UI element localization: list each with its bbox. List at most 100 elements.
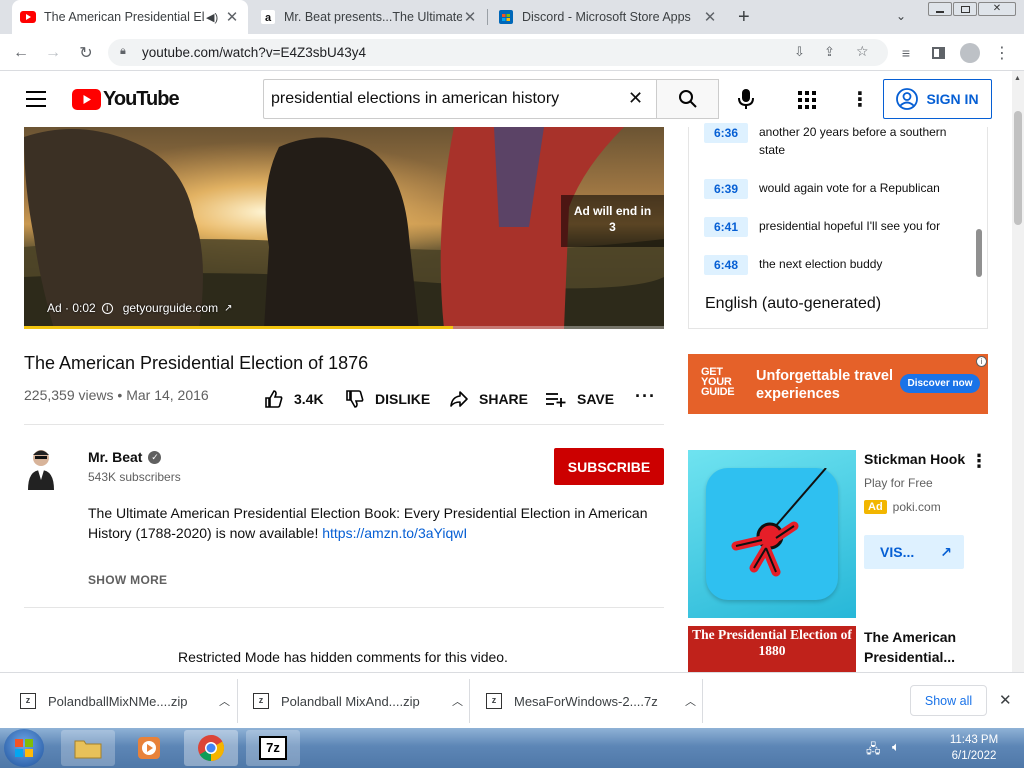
voice-search-icon[interactable]	[737, 88, 755, 115]
like-button[interactable]: 3.4K	[264, 389, 324, 409]
visit-site-button[interactable]: VIS... ↗	[864, 535, 964, 569]
sidebar-ad-title[interactable]: Stickman Hook	[864, 451, 965, 467]
chevron-up-icon[interactable]: ︿	[219, 693, 230, 709]
explorer-taskbar-button[interactable]	[61, 730, 115, 766]
divider	[24, 424, 664, 425]
share-page-icon[interactable]: ⇪	[824, 44, 835, 60]
new-tab-button[interactable]: +	[738, 7, 750, 27]
transcript-timestamp[interactable]: 6:39	[704, 179, 748, 199]
close-tab-icon[interactable]: ✕	[462, 8, 478, 26]
save-button[interactable]: SAVE	[545, 389, 614, 409]
ad-cta-button[interactable]: Discover now	[900, 374, 980, 393]
close-download-shelf-icon[interactable]: ✕	[999, 691, 1012, 709]
bookmark-star-icon[interactable]: ☆	[856, 43, 869, 60]
amazon-favicon-icon: a	[260, 9, 276, 25]
channel-avatar[interactable]	[24, 446, 58, 490]
hamburger-menu-icon[interactable]	[26, 91, 46, 107]
description-link[interactable]: https://amzn.to/3aYiqwI	[322, 525, 467, 541]
display-ad-banner[interactable]: GET YOUR GUIDE Unforgettable travel expe…	[688, 354, 988, 414]
media-player-taskbar-button[interactable]	[122, 730, 176, 766]
sign-in-button[interactable]: SIGN IN	[883, 79, 992, 119]
page-scrollbar-thumb[interactable]	[1014, 111, 1022, 225]
windows-taskbar: 7z 🖧︎ 🔈︎ 11:43 PM 6/1/2022	[0, 728, 1024, 768]
chrome-menu-icon[interactable]: ⋮	[989, 34, 1015, 71]
tab-title: Mr. Beat presents...The Ultimate	[284, 10, 462, 24]
external-link-icon[interactable]: ↗	[224, 303, 232, 314]
7zip-taskbar-button[interactable]: 7z	[246, 730, 300, 766]
profile-avatar-icon[interactable]	[957, 34, 983, 71]
search-button[interactable]	[656, 79, 719, 119]
minimize-button[interactable]	[928, 2, 952, 16]
ad-info-icon[interactable]: i	[976, 356, 987, 367]
tab-amazon[interactable]: a Mr. Beat presents...The Ultimate ✕	[252, 0, 486, 34]
subscribe-button[interactable]: SUBSCRIBE	[554, 448, 664, 485]
forward-arrow-icon[interactable]: →	[40, 34, 66, 71]
show-more-button[interactable]: SHOW MORE	[88, 573, 167, 587]
transcript-timestamp[interactable]: 6:41	[704, 217, 748, 237]
tab-title: The American Presidential El	[44, 10, 205, 24]
address-bar[interactable]: 🔒︎ youtube.com/watch?v=E4Z3sbU43y4 ⇩ ⇪ ☆	[108, 39, 888, 66]
tab-youtube[interactable]: The American Presidential El ◀) ✕	[12, 0, 248, 34]
ad-headline: Unforgettable travel experiences	[756, 368, 893, 402]
ad-progress-track[interactable]	[24, 326, 664, 329]
close-tab-icon[interactable]: ✕	[224, 8, 240, 26]
transcript-language-select[interactable]: English (auto-generated)	[705, 295, 881, 313]
scroll-up-arrow-icon[interactable]: ▲	[1014, 75, 1021, 82]
close-tab-icon[interactable]: ✕	[702, 8, 718, 26]
reload-icon[interactable]: ↻	[73, 34, 99, 71]
show-all-downloads-button[interactable]: Show all	[910, 685, 987, 716]
7zip-icon: 7z	[259, 736, 287, 760]
media-controls-icon[interactable]: ≡	[893, 34, 919, 71]
close-window-button[interactable]: ✕	[978, 2, 1016, 16]
settings-more-icon[interactable]: ⋮	[850, 87, 870, 112]
chrome-taskbar-button[interactable]	[184, 730, 238, 766]
ad-domain-link[interactable]: getyourguide.com	[123, 301, 218, 315]
tab-strip: The American Presidential El ◀) ✕ a Mr. …	[0, 0, 1024, 34]
transcript-panel: 6:36 another 20 years before a southern …	[688, 123, 988, 329]
apps-grid-icon[interactable]	[798, 91, 816, 114]
share-icon	[450, 391, 468, 407]
windows-logo-icon	[15, 739, 33, 757]
side-panel-icon[interactable]	[925, 34, 951, 71]
download-item[interactable]: z Polandball MixAnd....zip ︿	[253, 673, 463, 729]
youtube-logo[interactable]: YouTube	[72, 88, 180, 111]
video-player[interactable]: Ad will end in 3 Ad · 0:02 i getyourguid…	[24, 127, 664, 329]
network-icon[interactable]: 🖧︎	[866, 740, 881, 762]
tab-search-chevron-icon[interactable]: ⌄	[896, 9, 906, 23]
download-filename: Polandball MixAnd....zip	[281, 693, 420, 709]
speaker-icon[interactable]: ◀)	[206, 11, 224, 24]
install-app-icon[interactable]: ⇩	[794, 44, 805, 60]
download-item[interactable]: z MesaForWindows-2....7z ︿	[486, 673, 696, 729]
chevron-up-icon[interactable]: ︿	[685, 693, 696, 709]
video-stats: 225,359 views • Mar 14, 2016	[24, 387, 209, 403]
start-button[interactable]	[4, 729, 44, 767]
dislike-button[interactable]: DISLIKE	[345, 389, 430, 409]
archive-file-icon: z	[253, 693, 269, 709]
sidebar-ad-menu-icon[interactable]: ⋮	[970, 451, 988, 472]
lock-icon[interactable]: 🔒︎	[120, 45, 126, 58]
page-scrollbar-track[interactable]: ▲	[1012, 71, 1024, 672]
transcript-timestamp[interactable]: 6:48	[704, 255, 748, 275]
channel-name[interactable]: Mr. Beat ✓	[88, 449, 162, 465]
download-item[interactable]: z PolandballMixNMe....zip ︿	[20, 673, 230, 729]
search-input[interactable]: presidential elections in american histo…	[263, 79, 656, 119]
transcript-text: would again vote for a Republican	[759, 181, 940, 195]
share-button[interactable]: SHARE	[449, 389, 528, 409]
stickman-hook-thumbnail[interactable]	[688, 450, 856, 618]
info-icon[interactable]: i	[101, 302, 113, 314]
tab-discord-store[interactable]: Discord - Microsoft Store Apps ✕	[490, 0, 726, 34]
ad-progress-fill	[24, 326, 453, 329]
transcript-timestamp[interactable]: 6:36	[704, 123, 748, 143]
restore-button[interactable]	[953, 2, 977, 16]
svg-text:a: a	[265, 12, 272, 24]
clear-search-icon[interactable]: ✕	[628, 88, 643, 109]
system-clock[interactable]: 11:43 PM 6/1/2022	[930, 732, 1018, 764]
volume-icon[interactable]: 🔈︎	[892, 739, 900, 755]
download-shelf: z PolandballMixNMe....zip ︿ z Polandball…	[0, 672, 1024, 728]
recommended-video-title[interactable]: The American Presidential...	[864, 627, 989, 667]
transcript-scrollbar[interactable]	[976, 229, 982, 277]
more-actions-icon[interactable]: ···	[635, 386, 656, 407]
back-arrow-icon[interactable]: ←	[8, 34, 34, 71]
chevron-up-icon[interactable]: ︿	[452, 693, 463, 709]
recommended-video-thumbnail[interactable]: The Presidential Election of 1880	[688, 626, 856, 672]
